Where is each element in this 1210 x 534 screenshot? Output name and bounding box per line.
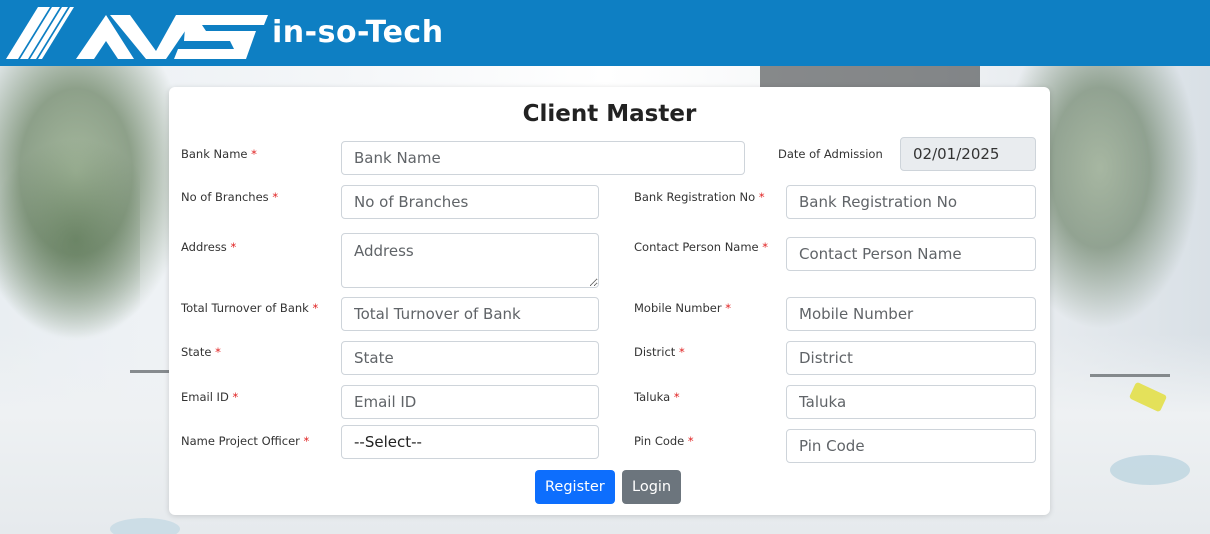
no-of-branches-input[interactable]	[341, 185, 599, 219]
mobile-number-label: Mobile Number *	[634, 301, 731, 315]
contact-person-name-label: Contact Person Name *	[634, 240, 769, 254]
taluka-label: Taluka *	[634, 390, 680, 404]
address-textarea[interactable]	[341, 233, 599, 288]
mobile-number-input[interactable]	[786, 297, 1036, 331]
bank-registration-no-input[interactable]	[786, 185, 1036, 219]
project-officer-label: Name Project Officer *	[181, 434, 310, 448]
client-master-form: Client Master Bank Name * Date of Admiss…	[169, 87, 1050, 515]
top-header: in-so-Tech	[0, 0, 1210, 66]
state-input[interactable]	[341, 341, 599, 375]
project-officer-select[interactable]: --Select--	[341, 425, 599, 459]
plant-decoration-left-2	[0, 130, 140, 350]
contact-person-name-input[interactable]	[786, 237, 1036, 271]
bank-registration-no-label: Bank Registration No *	[634, 190, 765, 204]
cup-decoration	[1110, 455, 1190, 485]
register-button[interactable]: Register	[535, 470, 615, 504]
login-button[interactable]: Login	[622, 470, 682, 504]
district-label: District *	[634, 345, 685, 359]
date-of-admission-field[interactable]: 02/01/2025	[900, 137, 1036, 171]
date-of-admission-label: Date of Admission	[778, 147, 883, 161]
ans-logo-icon	[6, 6, 268, 60]
bank-name-label: Bank Name *	[181, 147, 257, 161]
email-id-input[interactable]	[341, 385, 599, 419]
taluka-input[interactable]	[786, 385, 1036, 419]
state-label: State *	[181, 345, 221, 359]
total-turnover-input[interactable]	[341, 297, 599, 331]
cup-decoration-2	[110, 518, 180, 534]
pin-code-label: Pin Code *	[634, 434, 694, 448]
no-of-branches-label: No of Branches *	[181, 190, 279, 204]
email-id-label: Email ID *	[181, 390, 239, 404]
pin-code-input[interactable]	[786, 429, 1036, 463]
brand-name: in-so-Tech	[272, 15, 444, 50]
district-input[interactable]	[786, 341, 1036, 375]
desk-line	[1090, 374, 1170, 377]
total-turnover-label: Total Turnover of Bank *	[181, 301, 319, 315]
address-label: Address *	[181, 240, 237, 254]
form-title: Client Master	[522, 101, 697, 127]
bank-name-input[interactable]	[341, 141, 745, 175]
project-officer-selected: --Select--	[354, 433, 422, 451]
